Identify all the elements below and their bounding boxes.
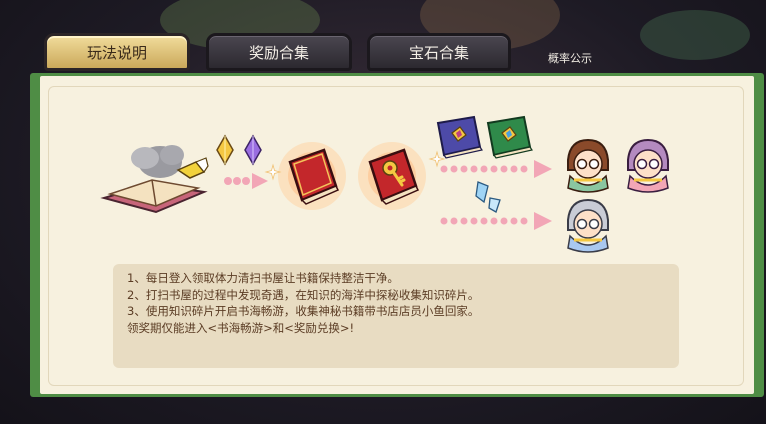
rule-line: 2、打扫书屋的过程中发现奇遇，在知识的海洋中探秘收集知识碎片。 (127, 287, 480, 302)
flow-arrow (440, 212, 552, 230)
rule-line: 领奖期仅能进入<书海畅游>和<奖励兑换>! (127, 320, 355, 335)
tab-label: 宝石合集 (408, 43, 469, 62)
background-decoration (640, 10, 750, 60)
key-book-icon (358, 142, 426, 210)
rule-line: 3、使用知识碎片开启书海畅游，收集神秘书籍带书店店员小鱼回家。 (127, 304, 480, 318)
tab-label: 奖励合集 (248, 43, 309, 62)
purple-book-icon (436, 115, 483, 159)
flow-arrow (224, 173, 268, 189)
tab-gameplay-rules[interactable]: 玩法说明 (44, 33, 190, 71)
character-brown-hair-icon (567, 138, 609, 193)
character-silver-hair-icon (567, 198, 609, 253)
green-book-icon (486, 115, 533, 159)
character-purple-hair-icon (627, 138, 669, 193)
tab-label: 玩法说明 (86, 43, 147, 62)
probability-disclosure-link[interactable]: 概率公示 (548, 50, 592, 66)
sparkle-icon (264, 163, 282, 181)
purple-gem-icon (244, 134, 262, 166)
dusty-book-icon (100, 145, 209, 214)
yellow-gem-icon (216, 134, 234, 166)
rule-line: 1、每日登入领取体力清扫书屋让书籍保持整洁干净。 (127, 271, 399, 285)
tab-gem-collection[interactable]: 宝石合集 (367, 33, 511, 71)
red-book-icon (278, 142, 346, 210)
flow-arrow (440, 160, 552, 178)
knowledge-shard-icon (475, 181, 501, 213)
tab-reward-collection[interactable]: 奖励合集 (206, 33, 352, 71)
rules-description: 1、每日登入领取体力清扫书屋让书籍保持整洁干净。 2、打扫书屋的过程中发现奇遇，… (113, 264, 679, 368)
